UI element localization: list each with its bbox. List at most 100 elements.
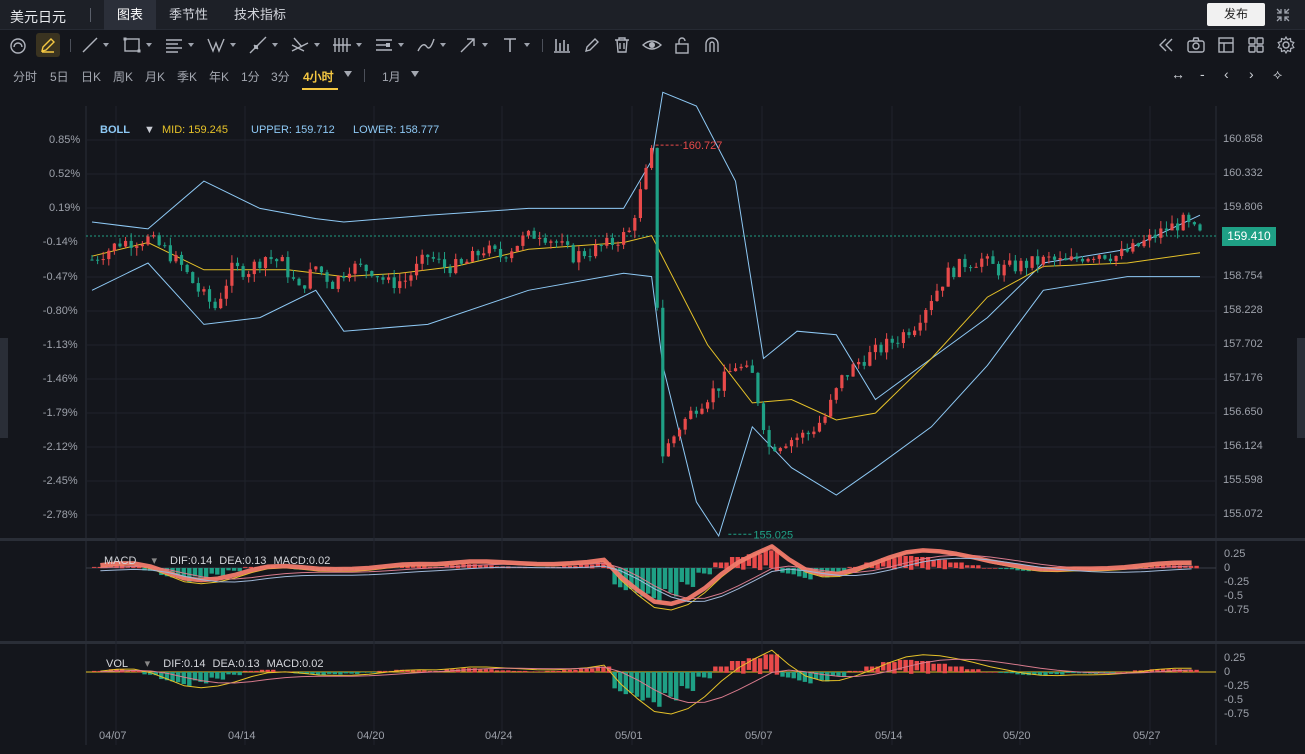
chevron-down-icon[interactable] [440, 43, 446, 47]
period-5day[interactable]: 5日 [50, 68, 69, 85]
chevron-down-icon[interactable] [314, 43, 320, 47]
brush-icon[interactable] [416, 35, 436, 55]
candle-body [414, 263, 419, 276]
eye-icon[interactable] [642, 35, 662, 55]
candle-body [1131, 243, 1135, 252]
rectangle-icon[interactable] [122, 35, 142, 55]
line-icon[interactable] [80, 35, 100, 55]
chevron-down-icon[interactable] [344, 71, 352, 77]
scroll-right-icon[interactable]: › [1249, 66, 1254, 82]
percent-tick-label: -0.47% [42, 271, 78, 283]
histogram-bar [914, 557, 920, 567]
chevron-down-icon[interactable] [188, 43, 194, 47]
price-tick-label: 158.754 [1223, 270, 1263, 282]
arrow-icon[interactable] [458, 35, 478, 55]
tab-chart[interactable]: 图表 [104, 0, 157, 30]
fib-lines-icon[interactable] [332, 35, 352, 55]
histogram-bar [567, 669, 573, 672]
chevron-down-icon[interactable] [146, 43, 152, 47]
period-monthly[interactable]: 月K [145, 68, 165, 85]
chevron-down-icon[interactable] [272, 43, 278, 47]
candle-body [638, 189, 643, 219]
chevron-down-icon[interactable]: ▼ [144, 124, 155, 136]
candles [90, 145, 1202, 464]
histogram-bar [259, 669, 265, 672]
candle-body [913, 330, 917, 336]
chevron-down-icon[interactable] [230, 43, 236, 47]
period-daily[interactable]: 日K [81, 68, 101, 85]
histogram-bar [355, 672, 360, 674]
grid-icon[interactable] [1246, 35, 1266, 55]
crossed-lines-icon[interactable] [290, 35, 310, 55]
chevron-down-icon[interactable] [482, 43, 488, 47]
camera-icon[interactable] [1186, 35, 1206, 55]
vol-name[interactable]: VOL [106, 658, 128, 670]
pencil-icon[interactable] [38, 35, 58, 55]
edit-icon[interactable] [582, 35, 602, 55]
magnet-icon[interactable] [702, 35, 722, 55]
period-1min[interactable]: 1分 [241, 68, 260, 85]
lock-icon[interactable] [672, 35, 692, 55]
candle-body [90, 259, 94, 261]
candle-body [129, 240, 133, 248]
period-weekly[interactable]: 周K [113, 68, 133, 85]
chevron-down-icon[interactable]: ▾ [151, 555, 157, 567]
pattern-icon[interactable] [206, 35, 226, 55]
left-panel-toggle[interactable] [0, 338, 8, 438]
chevron-down-icon[interactable] [356, 43, 362, 47]
scroll-left-icon[interactable]: ‹ [1224, 66, 1229, 82]
histogram-bar [976, 669, 981, 673]
candle-body [1192, 222, 1197, 225]
candle-body [924, 309, 928, 323]
ray-icon[interactable] [248, 35, 268, 55]
period-4hour[interactable]: 4小时 [303, 68, 334, 85]
tab-seasonality[interactable]: 季节性 [156, 0, 221, 30]
macd-name[interactable]: MACD [104, 555, 136, 567]
layout-icon[interactable] [1216, 35, 1236, 55]
histogram-bar [992, 568, 998, 569]
last-price-tag: 159.410 [1222, 227, 1276, 246]
settings-icon[interactable] [1276, 35, 1296, 55]
histogram-bar [489, 669, 494, 673]
period-3min[interactable]: 3分 [271, 68, 290, 85]
reset-icon[interactable]: ⟡ [1273, 66, 1282, 83]
chevron-down-icon[interactable]: ▾ [145, 658, 151, 670]
histogram-bar [248, 670, 254, 672]
histogram-bar [936, 559, 942, 568]
symbol-title[interactable]: 美元日元 [10, 7, 66, 27]
expand-icon[interactable]: ↔ [1171, 66, 1185, 82]
right-panel-toggle[interactable] [1297, 338, 1305, 438]
candle-body [515, 245, 519, 252]
histogram-bar [506, 670, 511, 673]
zoom-out-icon[interactable]: - [1200, 66, 1205, 82]
histogram-bar [1048, 672, 1054, 674]
histogram-bar [612, 672, 617, 689]
horizontal-lines-icon[interactable] [164, 35, 184, 55]
rewind-icon[interactable] [1156, 35, 1176, 55]
channel-icon[interactable] [374, 35, 394, 55]
chevron-down-icon[interactable] [411, 71, 419, 77]
publish-button[interactable]: 发布 [1207, 3, 1265, 26]
candle-body [789, 440, 794, 447]
range-select[interactable]: 1月 [382, 68, 401, 85]
text-icon[interactable] [500, 35, 520, 55]
chevron-down-icon[interactable] [398, 43, 404, 47]
bars-icon[interactable] [552, 35, 572, 55]
histogram-bar [416, 566, 421, 568]
tab-indicators[interactable]: 技术指标 [221, 0, 299, 30]
histogram-bar [651, 672, 656, 703]
histogram-bar [534, 671, 539, 673]
chevron-down-icon[interactable] [103, 43, 109, 47]
collapse-icon[interactable] [1274, 6, 1292, 24]
boll-name[interactable]: BOLL [100, 124, 130, 136]
candle-body [980, 258, 984, 267]
chart-area[interactable]: 160.727 155.025 [0, 90, 1305, 754]
trash-icon[interactable] [612, 35, 632, 55]
period-intraday[interactable]: 分时 [13, 68, 37, 85]
period-quarterly[interactable]: 季K [177, 68, 197, 85]
target-icon[interactable] [8, 35, 28, 55]
chevron-down-icon[interactable] [524, 43, 530, 47]
candle-body [163, 245, 167, 247]
period-yearly[interactable]: 年K [209, 68, 229, 85]
candle-body [487, 245, 491, 254]
